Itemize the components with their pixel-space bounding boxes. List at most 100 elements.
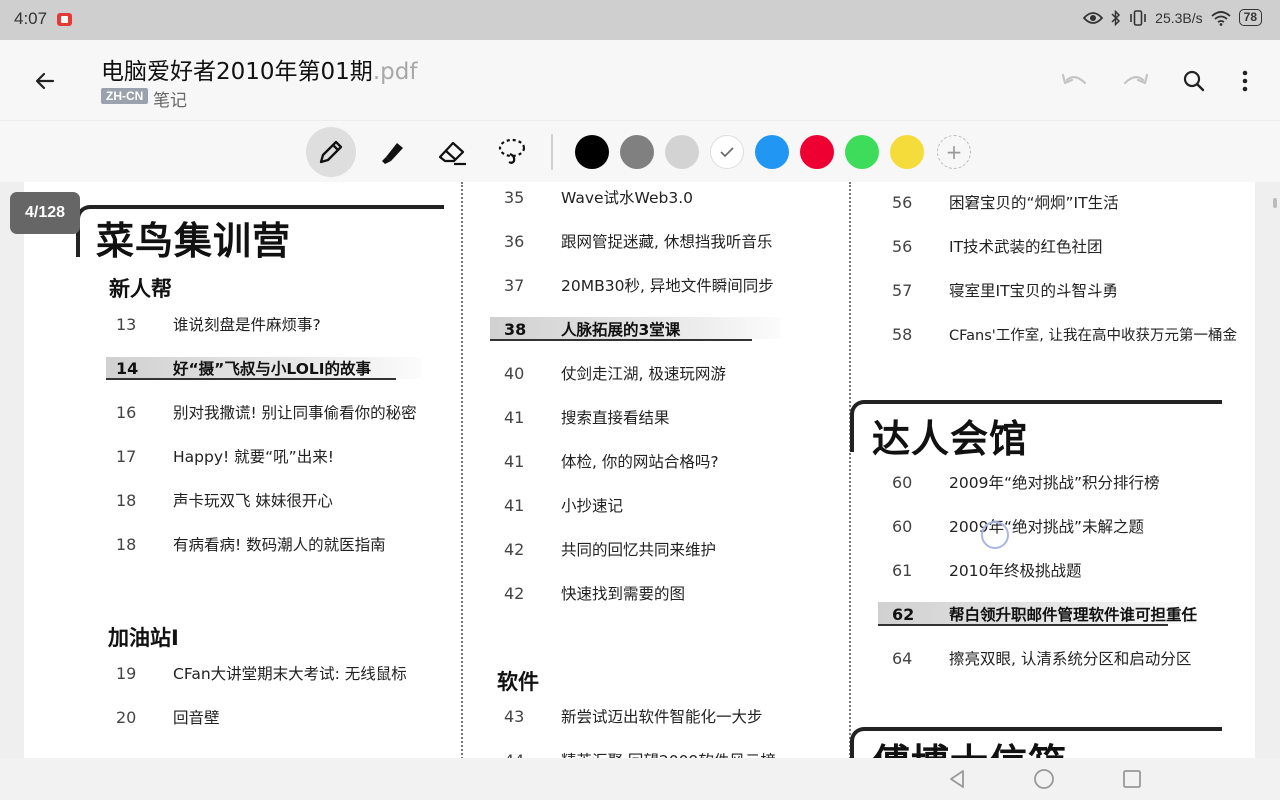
bluetooth-icon (1111, 9, 1121, 26)
more-options-button[interactable] (1228, 64, 1262, 98)
entry-title: 谁说刻盘是件麻烦事? (173, 316, 321, 334)
entry-title: 擦亮双眼, 认清系统分区和启动分区 (949, 650, 1192, 668)
color-swatch-green[interactable] (845, 135, 879, 169)
toc-entry[interactable]: 36 跟网管捉迷藏, 休想挡我听音乐 (504, 228, 772, 254)
column-divider (849, 182, 851, 758)
color-swatch-blue[interactable] (755, 135, 789, 169)
status-time: 4:07 (14, 9, 48, 28)
page-number: 35 (504, 187, 525, 207)
nav-recents-button[interactable] (1121, 768, 1143, 790)
highlighter-tool-button[interactable] (367, 127, 417, 177)
toc-entry[interactable]: 17 Happy! 就要“吼”出来! (116, 443, 334, 469)
lasso-icon (498, 138, 526, 164)
page-number: 16 (116, 402, 137, 422)
entry-title: 2010年终极挑战题 (949, 562, 1082, 580)
color-swatch-light-gray[interactable] (665, 135, 699, 169)
toc-entry[interactable]: 43 新尝试迈出软件智能化一大步 (504, 703, 763, 729)
entry-title: 有病看病! 数码潮人的就医指南 (173, 536, 386, 554)
toc-entry[interactable]: 16 别对我撒谎! 别让同事偷看你的秘密 (116, 399, 417, 425)
entry-title: Wave试水Web3.0 (561, 189, 693, 207)
toc-entry[interactable]: 40 仗剑走江湖, 极速玩网游 (504, 360, 726, 386)
toc-entry-highlighted[interactable]: 38 人脉拓展的3堂课 (504, 316, 680, 342)
notes-label: 笔记 (153, 91, 187, 111)
add-color-button[interactable]: + (937, 135, 971, 169)
color-swatch-yellow[interactable] (890, 135, 924, 169)
page-number: 58 (892, 324, 913, 344)
color-swatch-white[interactable] (710, 135, 744, 169)
page-number: 41 (504, 407, 525, 427)
toc-entry[interactable]: 18 声卡玩双飞 妹妹很开心 (116, 487, 333, 513)
toc-entry[interactable]: 18 有病看病! 数码潮人的就医指南 (116, 531, 386, 557)
touch-cursor-indicator (981, 521, 1009, 549)
page-number: 18 (116, 534, 137, 554)
toc-entry[interactable]: 60 2009年“绝对挑战”积分排行榜 (892, 469, 1160, 495)
annotation-toolbar: + (0, 120, 1280, 182)
entry-title: 搜索直接看结果 (561, 409, 670, 427)
toc-entry[interactable]: 35 Wave试水Web3.0 (504, 184, 693, 210)
toc-entry[interactable]: 41 体检, 你的网站合格吗? (504, 448, 719, 474)
toc-entry[interactable]: 56 困窘宝贝的“炯炯”IT生活 (892, 189, 1119, 215)
page-number: 42 (504, 583, 525, 603)
search-button[interactable] (1177, 64, 1211, 98)
entry-title: 帮白领升职邮件管理软件谁可担重任 (949, 606, 1198, 624)
entry-title: 20MB30秒, 异地文件瞬间同步 (561, 277, 774, 295)
toc-entry[interactable]: 20 回音壁 (116, 704, 220, 730)
redo-button[interactable] (1118, 64, 1152, 98)
entry-title: 体检, 你的网站合格吗? (561, 453, 719, 471)
entry-title: 好“摄”飞叔与小LOLI的故事 (173, 360, 372, 378)
entry-title: 新尝试迈出软件智能化一大步 (561, 708, 763, 726)
language-badge: ZH-CN (101, 88, 149, 104)
toc-entry[interactable]: 58 CFans'工作室, 让我在高中收获万元第一桶金 (892, 321, 1237, 347)
toc-entry[interactable]: 41 搜索直接看结果 (504, 404, 670, 430)
toc-entry[interactable]: 13 谁说刻盘是件麻烦事? (116, 311, 321, 337)
scrollbar-thumb[interactable] (1273, 198, 1277, 208)
document-title: 电脑爱好者2010年第01期.pdf (101, 52, 417, 86)
document-extension: .pdf (372, 59, 418, 85)
entry-title: 2009年“绝对挑战”积分排行榜 (949, 474, 1160, 492)
color-swatch-red[interactable] (800, 135, 834, 169)
square-recents-icon (1123, 770, 1141, 788)
toc-entry[interactable]: 64 擦亮双眼, 认清系统分区和启动分区 (892, 645, 1191, 671)
undo-button[interactable] (1058, 64, 1092, 98)
toc-entry[interactable]: 19 CFan大讲堂期末大考试: 无线鼠标 (116, 660, 407, 686)
pen-tool-button[interactable] (306, 127, 356, 177)
back-button[interactable] (28, 64, 62, 98)
page-number: 17 (116, 446, 137, 466)
toc-entry[interactable]: 56 IT技术武装的红色社团 (892, 233, 1103, 259)
document-viewer[interactable]: 菜鸟集训营 新人帮 13 谁说刻盘是件麻烦事? 14 好“摄”飞叔与小LOLI的故事… (0, 182, 1280, 758)
page-number: 60 (892, 472, 913, 492)
section-title: 菜鸟集训营 (96, 219, 292, 263)
color-swatch-gray[interactable] (620, 135, 654, 169)
triangle-back-icon (950, 770, 964, 788)
page-number: 37 (504, 275, 525, 295)
column-divider (461, 182, 463, 758)
toc-entry-highlighted[interactable]: 62 帮白领升职邮件管理软件谁可担重任 (892, 601, 1197, 627)
toc-entry[interactable]: 57 寝室里IT宝贝的斗智斗勇 (892, 277, 1118, 303)
pdf-page[interactable]: 菜鸟集训营 新人帮 13 谁说刻盘是件麻烦事? 14 好“摄”飞叔与小LOLI的故事… (24, 182, 1255, 758)
toc-entry[interactable]: 42 共同的回忆共同来维护 (504, 536, 716, 562)
page-indicator: 4/128 (10, 192, 80, 234)
page-number: 62 (892, 604, 915, 624)
toc-entry[interactable]: 61 2010年终极挑战题 (892, 557, 1081, 583)
page-number: 20 (116, 707, 137, 727)
toc-entry[interactable]: 44精英汇聚 回望2009软件风云榜 (504, 747, 776, 759)
page-number: 60 (892, 516, 913, 536)
toc-entry[interactable]: 42 快速找到需要的图 (504, 580, 685, 606)
app-bar: 电脑爱好者2010年第01期.pdf ZH-CN 笔记 (0, 40, 1280, 120)
eraser-tool-button[interactable] (427, 127, 477, 177)
vibrate-icon (1130, 9, 1146, 26)
toc-entry[interactable]: 37 20MB30秒, 异地文件瞬间同步 (504, 272, 774, 298)
nav-back-button[interactable] (946, 768, 968, 790)
color-swatch-black[interactable] (575, 135, 609, 169)
entry-title: 共同的回忆共同来维护 (561, 541, 717, 559)
toc-entry[interactable]: 41 小抄速记 (504, 492, 623, 518)
entry-title: 寝室里IT宝贝的斗智斗勇 (949, 282, 1119, 300)
nav-home-button[interactable] (1033, 768, 1055, 790)
lasso-tool-button[interactable] (487, 127, 537, 177)
page-number: 14 (116, 358, 139, 378)
toc-entry-highlighted[interactable]: 14 好“摄”飞叔与小LOLI的故事 (116, 355, 371, 381)
entry-title: 快速找到需要的图 (561, 585, 686, 603)
entry-title: 声卡玩双飞 妹妹很开心 (173, 492, 333, 510)
toc-entry[interactable]: 60 2009年“绝对挑战”未解之题 (892, 513, 1144, 539)
eye-icon (1083, 11, 1104, 24)
